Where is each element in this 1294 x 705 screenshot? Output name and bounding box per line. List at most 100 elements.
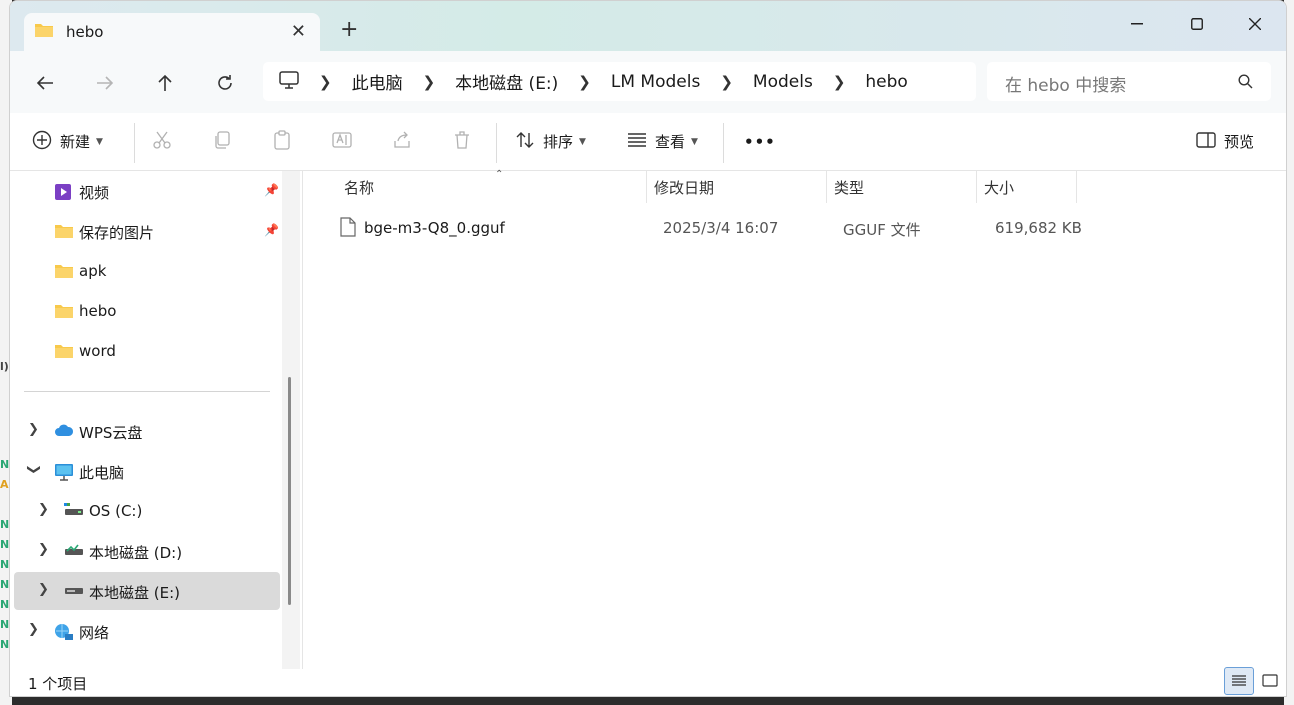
cut-button[interactable]	[152, 113, 172, 170]
chevron-right-icon[interactable]: ❯	[28, 422, 39, 437]
share-button[interactable]	[392, 113, 412, 170]
address-bar[interactable]: ❯ 此电脑 ❯ 本地磁盘 (E:) ❯ LM Models ❯ Models ❯…	[263, 62, 976, 101]
breadcrumb-this-pc[interactable]: 此电脑	[352, 69, 403, 94]
maximize-button[interactable]	[1174, 9, 1220, 39]
sort-button[interactable]: 排序 ▼	[515, 113, 586, 170]
breadcrumb-models[interactable]: Models	[753, 72, 813, 92]
search-icon	[1238, 74, 1253, 93]
large-icons-view-icon	[1262, 674, 1278, 687]
sidebar-item-label: OS (C:)	[89, 502, 143, 520]
paste-button[interactable]	[272, 113, 292, 170]
sidebar-item-wps-cloud[interactable]: ❯ WPS云盘	[14, 412, 280, 450]
search-placeholder: 在 hebo 中搜索	[1005, 76, 1127, 96]
scissors-icon	[152, 130, 172, 154]
breadcrumb-separator-icon[interactable]: ❯	[423, 73, 436, 91]
details-view-icon	[1232, 675, 1246, 686]
sidebar-scrollbar-track[interactable]	[282, 171, 300, 669]
sidebar-item-videos[interactable]: 视频 📌	[14, 172, 280, 210]
sidebar-item-apk[interactable]: apk	[14, 252, 280, 290]
sidebar-item-saved-pictures[interactable]: 保存的图片 📌	[14, 212, 280, 250]
sidebar-item-label: 视频	[79, 184, 110, 202]
trash-icon	[452, 130, 472, 154]
pin-icon[interactable]: 📌	[264, 223, 279, 237]
preview-pane-button[interactable]: 预览	[1196, 113, 1254, 170]
more-options-button[interactable]: •••	[744, 113, 776, 170]
column-header-size[interactable]: 大小	[984, 171, 1014, 203]
chevron-right-icon[interactable]: ❯	[38, 582, 49, 597]
copy-icon	[212, 130, 232, 154]
drive-icon	[64, 543, 84, 561]
large-icons-view-button[interactable]	[1258, 669, 1282, 693]
breadcrumb-separator-icon[interactable]: ❯	[319, 73, 332, 91]
rename-icon	[332, 130, 352, 154]
new-button-label: 新建	[60, 133, 91, 151]
sidebar-scrollbar-thumb[interactable]	[288, 377, 291, 605]
command-bar: 新建 ▼ 排序 ▼ 查看 ▼ ••• 预览	[10, 113, 1286, 171]
tab-close-icon[interactable]: ✕	[291, 21, 306, 42]
table-row[interactable]: bge-m3-Q8_0.gguf 2025/3/4 16:07 GGUF 文件 …	[324, 211, 1084, 243]
close-window-button[interactable]	[1232, 9, 1278, 39]
search-input[interactable]: 在 hebo 中搜索	[987, 62, 1271, 101]
chevron-down-icon[interactable]: ❯	[26, 464, 41, 475]
chevron-right-icon[interactable]: ❯	[38, 502, 49, 517]
sidebar-item-drive-c[interactable]: ❯ OS (C:)	[14, 492, 280, 530]
new-button[interactable]: 新建 ▼	[32, 113, 103, 170]
file-name: bge-m3-Q8_0.gguf	[364, 219, 505, 237]
refresh-icon[interactable]	[211, 69, 239, 97]
column-header-modified[interactable]: 修改日期	[654, 171, 714, 203]
chevron-right-icon[interactable]: ❯	[38, 542, 49, 557]
computer-icon	[54, 463, 74, 485]
sidebar-item-label: apk	[79, 262, 107, 280]
pin-icon[interactable]: 📌	[264, 183, 279, 197]
sort-arrows-icon	[515, 130, 535, 154]
details-view-button[interactable]	[1224, 667, 1254, 695]
plus-circle-icon	[32, 130, 52, 154]
breadcrumb-separator-icon[interactable]: ❯	[720, 73, 733, 91]
sort-ascending-icon: ⌃	[495, 169, 504, 180]
sidebar-item-label: 网络	[79, 624, 110, 642]
view-button-label: 查看	[655, 133, 686, 151]
rename-button[interactable]	[332, 113, 352, 170]
sidebar-divider	[24, 391, 270, 392]
video-folder-icon	[54, 183, 72, 205]
sidebar-item-drive-e[interactable]: ❯ 本地磁盘 (E:)	[14, 572, 280, 610]
network-icon	[54, 623, 74, 645]
new-tab-icon[interactable]: +	[340, 19, 358, 41]
file-modified: 2025/3/4 16:07	[663, 219, 779, 237]
sidebar-item-label: 保存的图片	[79, 224, 155, 242]
sidebar-item-hebo[interactable]: hebo	[14, 292, 280, 330]
delete-button[interactable]	[452, 113, 472, 170]
column-header-type[interactable]: 类型	[834, 171, 864, 203]
tab-hebo[interactable]: hebo ✕	[24, 13, 320, 51]
drive-icon	[64, 583, 84, 601]
clipboard-icon	[272, 129, 292, 154]
view-button[interactable]: 查看 ▼	[627, 113, 698, 170]
folder-icon	[54, 263, 74, 283]
file-icon	[340, 217, 356, 241]
chevron-right-icon[interactable]: ❯	[28, 622, 39, 637]
preview-pane-icon	[1196, 131, 1216, 152]
column-header-name[interactable]: 名称	[344, 171, 374, 203]
up-arrow-icon[interactable]	[151, 69, 179, 97]
copy-button[interactable]	[212, 113, 232, 170]
item-count: 1 个项目	[28, 675, 88, 693]
sidebar-item-this-pc[interactable]: ❯ 此电脑	[14, 452, 280, 490]
folder-icon	[34, 22, 54, 42]
breadcrumb-separator-icon[interactable]: ❯	[833, 73, 846, 91]
back-arrow-icon[interactable]	[31, 69, 59, 97]
folder-icon	[54, 303, 74, 323]
chevron-down-icon: ▼	[691, 136, 698, 147]
breadcrumb-hebo[interactable]: hebo	[865, 72, 907, 92]
sidebar-item-drive-d[interactable]: ❯ 本地磁盘 (D:)	[14, 532, 280, 570]
sidebar-item-network[interactable]: ❯ 网络	[14, 612, 280, 650]
list-view-icon	[627, 132, 647, 152]
breadcrumb-lm-models[interactable]: LM Models	[611, 72, 700, 92]
navigation-pane: 视频 📌 保存的图片 📌 apk hebo word ❯ WPS云盘 ❯ 此电脑…	[10, 171, 300, 669]
sidebar-item-label: 本地磁盘 (E:)	[89, 584, 181, 602]
breadcrumb-drive-e[interactable]: 本地磁盘 (E:)	[455, 69, 558, 94]
forward-arrow-icon[interactable]	[91, 69, 119, 97]
minimize-button[interactable]	[1114, 9, 1160, 39]
file-size: 619,682 KB	[995, 219, 1082, 237]
breadcrumb-separator-icon[interactable]: ❯	[578, 73, 591, 91]
sidebar-item-word[interactable]: word	[14, 332, 280, 370]
